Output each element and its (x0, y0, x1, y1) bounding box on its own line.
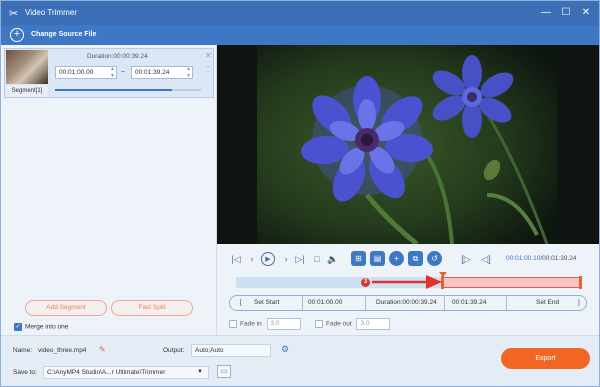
bracket-right-icon: ] (578, 300, 580, 306)
window-title: Video Trimmer (25, 8, 77, 17)
maximize-button[interactable]: ☐ (558, 5, 574, 21)
end-handle[interactable] (579, 276, 582, 289)
folder-icon[interactable]: ▭ (217, 365, 231, 378)
total-time: /00:01:39.24 (540, 255, 577, 262)
fade-in-label: Fade in (240, 320, 262, 328)
spin-up-icon[interactable]: ▲ (186, 66, 191, 72)
segment-duration: Duration:00:00:39.24 (87, 53, 148, 60)
fade-out-checkbox[interactable] (315, 320, 323, 328)
segment-item[interactable]: Segment[1] Duration:00:00:39.24 00:01:00… (4, 48, 214, 98)
output-settings: Name: video_three.mp4 ✎ Output: Auto;Aut… (1, 335, 599, 386)
close-icon[interactable]: ✕ (205, 51, 212, 60)
time-display: 00:01:00.10/00:01:39.24 (506, 255, 577, 262)
fade-in-input[interactable]: 3.0 (266, 318, 301, 330)
previous-frame-icon[interactable]: ‹ (245, 252, 259, 266)
divider (302, 296, 303, 310)
output-label: Output: (163, 347, 185, 354)
annotation-marker: 3 (361, 278, 370, 287)
edit-pencil-icon[interactable]: ✎ (99, 345, 106, 354)
trim-timeline[interactable]: 3 (236, 272, 582, 289)
playback-controls: |◁ ‹ ▶ › ▷| □ 🔈 ⊞ ▤ + ⧉ ↺ [▷ ◁] 00:01:00… (217, 244, 599, 334)
go-to-end-icon[interactable]: ◁] (479, 252, 493, 266)
fade-out-input[interactable]: 3.0 (356, 318, 391, 330)
segment-thumbnail (6, 50, 48, 84)
plus-circle-icon[interactable]: + (10, 28, 24, 42)
play-icon[interactable]: ▶ (261, 252, 275, 266)
save-to-label: Save to: (13, 369, 37, 376)
merge-option[interactable]: ✓ Merge into one (14, 323, 68, 331)
add-segment-button[interactable]: Add Segment (25, 300, 107, 316)
segment-progress-fill (55, 89, 172, 91)
video-frame (217, 45, 599, 244)
change-source-label[interactable]: Change Source File (31, 31, 96, 38)
change-source-bar[interactable]: + Change Source File (1, 25, 599, 45)
export-button[interactable]: Export (501, 348, 590, 369)
title-bar: ✂ Video Trimmer — ☐ ✕ (1, 1, 599, 25)
set-start-button[interactable]: Set Start (254, 296, 279, 310)
move-down-icon[interactable]: ﹀ (205, 70, 210, 77)
fade-out-label: Fade out (326, 320, 352, 328)
end-time-field[interactable]: 00:01:39.24 (452, 296, 486, 310)
divider (365, 296, 366, 310)
divider (444, 296, 445, 310)
fade-in-option[interactable]: Fade in 3.0 (229, 318, 301, 330)
set-end-button[interactable]: Set End (536, 296, 559, 310)
segment-start-input[interactable]: 00:01:00.00 (55, 66, 117, 79)
video-trimmer-window: ✂ Video Trimmer — ☐ ✕ + Change Source Fi… (0, 0, 600, 387)
fast-split-button[interactable]: Fast Split (111, 300, 193, 316)
duration-field: Duration:00:00:39.24 (376, 299, 437, 306)
merge-checkbox[interactable]: ✓ (14, 323, 22, 331)
spin-down-icon[interactable]: ▼ (110, 73, 115, 79)
trim-settings-row: [ Set Start 00:01:00.00 Duration:00:00:3… (229, 295, 587, 311)
fade-in-checkbox[interactable] (229, 320, 237, 328)
duplicate-icon[interactable]: ⧉ (408, 251, 423, 266)
name-label: Name: (13, 347, 33, 354)
segment-progress-bar (55, 89, 201, 91)
close-button[interactable]: ✕ (578, 5, 594, 21)
next-frame-icon[interactable]: › (279, 252, 293, 266)
skip-start-icon[interactable]: |◁ (229, 252, 243, 266)
bracket-left-icon: [ (240, 300, 242, 306)
merge-label: Merge into one (25, 323, 69, 331)
scissors-icon: ✂ (9, 8, 19, 20)
output-format-field[interactable]: Auto;Auto (191, 344, 271, 357)
range-dash: – (121, 68, 125, 75)
save-path-select[interactable]: C:\AnyMP4 Studio\A...r Ultimate\Trimmer (43, 366, 209, 379)
go-to-start-icon[interactable]: [▷ (459, 252, 473, 266)
copy-segment-icon[interactable]: ▤ (370, 251, 385, 266)
spin-up-icon[interactable]: ▲ (110, 66, 115, 72)
selected-range[interactable] (442, 277, 582, 288)
annotation-arrow (372, 275, 442, 289)
reset-icon[interactable]: ↺ (427, 251, 442, 266)
split-icon[interactable]: ⊞ (351, 251, 366, 266)
divider (506, 296, 507, 310)
add-icon[interactable]: + (389, 251, 404, 266)
file-name: video_three.mp4 (38, 347, 87, 354)
segment-label: Segment[1] (6, 85, 48, 97)
segment-end-input[interactable]: 00:01:39.24 (131, 66, 193, 79)
stop-icon[interactable]: □ (310, 252, 324, 266)
video-preview[interactable] (217, 45, 599, 244)
chevron-down-icon[interactable]: ▼ (197, 369, 203, 375)
start-time-field[interactable]: 00:01:00.00 (308, 296, 342, 310)
fade-out-option[interactable]: Fade out 3.0 (315, 318, 391, 330)
current-time: 00:01:00.10 (506, 255, 541, 262)
gear-icon[interactable]: ⚙ (281, 344, 289, 355)
move-up-icon[interactable]: ︿ (205, 62, 210, 69)
volume-icon[interactable]: 🔈 (326, 252, 340, 266)
minimize-button[interactable]: — (538, 5, 554, 21)
spin-down-icon[interactable]: ▼ (186, 73, 191, 79)
skip-end-icon[interactable]: ▷| (293, 252, 307, 266)
segment-panel: Segment[1] Duration:00:00:39.24 00:01:00… (1, 45, 217, 335)
